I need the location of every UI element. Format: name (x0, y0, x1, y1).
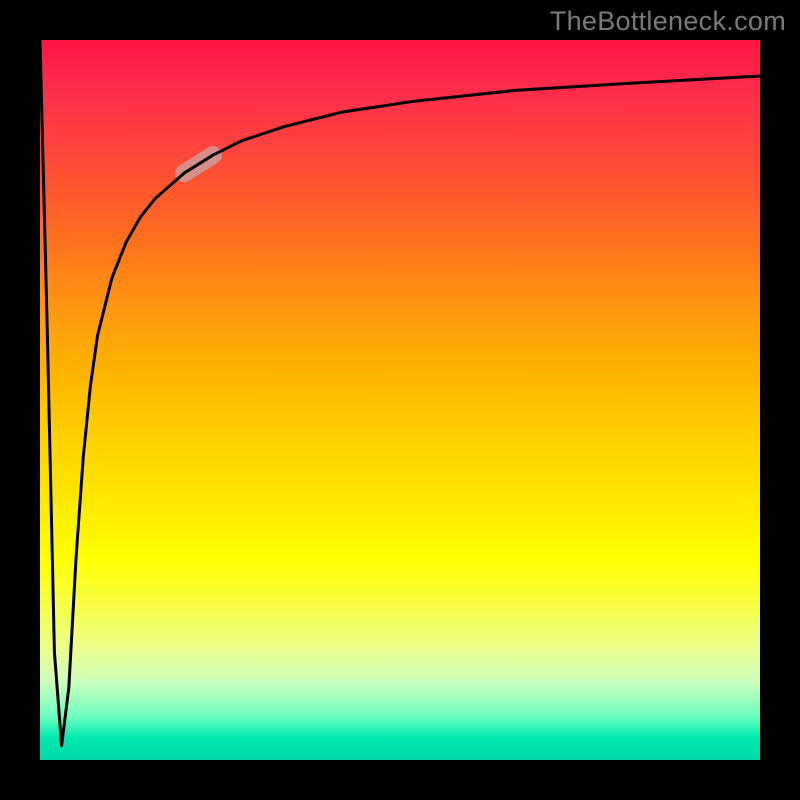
watermark-text: TheBottleneck.com (550, 6, 786, 37)
curve-group (40, 40, 760, 746)
plot-area (40, 40, 760, 760)
curve-layer (40, 40, 760, 760)
chart-root: TheBottleneck.com (0, 0, 800, 800)
curve-path (40, 40, 760, 746)
